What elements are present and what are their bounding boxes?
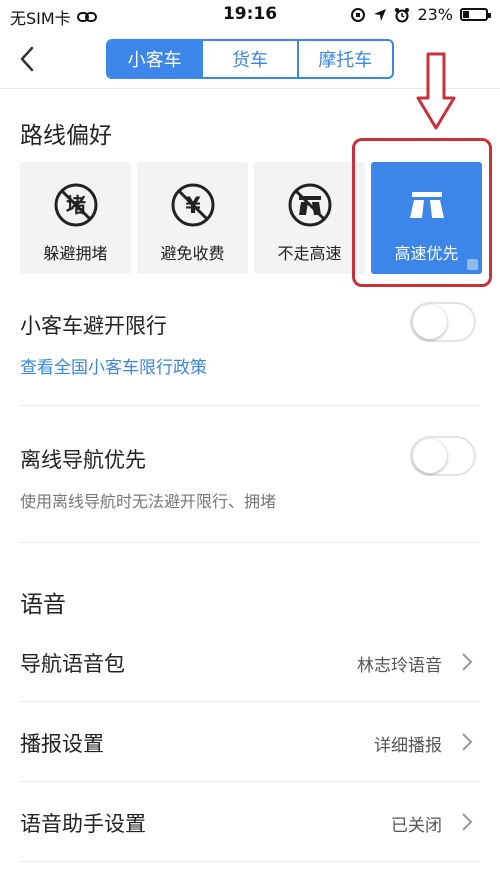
- offline-nav-note: 使用离线导航时无法避开限行、拥堵: [20, 492, 277, 511]
- route-option-no-highway[interactable]: 不走高速: [254, 162, 365, 274]
- chevron-right-icon: [462, 813, 473, 831]
- avoid-congestion-icon: 堵: [54, 183, 97, 227]
- offline-nav-toggle[interactable]: [410, 436, 476, 476]
- broadcast-settings-row[interactable]: 播报设置 详细播报: [0, 702, 500, 782]
- offline-nav-label: 离线导航优先: [20, 448, 146, 472]
- status-bar: 无SIM卡 19:16 23%: [0, 0, 500, 30]
- rotation-lock-icon: [351, 7, 366, 22]
- divider: [20, 861, 480, 862]
- annotation-highlight-box: [352, 138, 492, 287]
- annotation-arrow-icon: [416, 52, 456, 130]
- alarm-icon: [395, 7, 410, 22]
- battery-fill: [463, 11, 469, 18]
- tab-truck[interactable]: 货车: [203, 41, 299, 77]
- chevron-left-icon: [20, 46, 34, 72]
- tab-motorcycle[interactable]: 摩托车: [299, 41, 392, 77]
- voice-title: 语音: [20, 592, 66, 618]
- tab-car[interactable]: 小客车: [108, 41, 204, 77]
- row-value: 已关闭: [391, 816, 442, 836]
- route-option-label: 躲避拥堵: [43, 244, 108, 263]
- row-label: 语音助手设置: [20, 812, 146, 836]
- divider: [20, 542, 480, 543]
- row-value: 林志玲语音: [357, 656, 442, 676]
- toggle-knob: [413, 305, 447, 339]
- row-value: 详细播报: [374, 736, 442, 756]
- battery-percent: 23%: [417, 5, 453, 24]
- avoid-toll-icon: ¥: [171, 183, 214, 227]
- route-option-avoid-toll[interactable]: ¥ 避免收费: [137, 162, 248, 274]
- row-label: 导航语音包: [20, 652, 125, 676]
- voice-package-row[interactable]: 导航语音包 林志玲语音: [0, 622, 500, 702]
- route-option-avoid-congestion[interactable]: 堵 躲避拥堵: [20, 162, 131, 274]
- row-label: 播报设置: [20, 732, 104, 756]
- no-highway-icon: [288, 183, 331, 227]
- back-button[interactable]: [12, 42, 42, 76]
- status-right: 23%: [350, 5, 491, 24]
- restriction-label: 小客车避开限行: [20, 314, 167, 338]
- battery-icon: [460, 8, 491, 21]
- vehicle-type-tabs: 小客车 货车 摩托车: [106, 39, 394, 79]
- restriction-policy-link[interactable]: 查看全国小客车限行政策: [20, 353, 207, 378]
- divider: [20, 405, 480, 406]
- route-option-label: 不走高速: [277, 244, 342, 263]
- voice-assistant-row[interactable]: 语音助手设置 已关闭: [0, 782, 500, 862]
- toggle-knob: [413, 439, 447, 473]
- route-pref-title: 路线偏好: [20, 123, 112, 149]
- chevron-right-icon: [462, 733, 473, 751]
- restriction-toggle[interactable]: [410, 302, 476, 342]
- svg-text:堵: 堵: [66, 193, 86, 217]
- location-icon: [374, 8, 387, 21]
- chevron-right-icon: [462, 653, 473, 671]
- svg-text:¥: ¥: [185, 194, 201, 219]
- route-option-label: 避免收费: [160, 244, 225, 263]
